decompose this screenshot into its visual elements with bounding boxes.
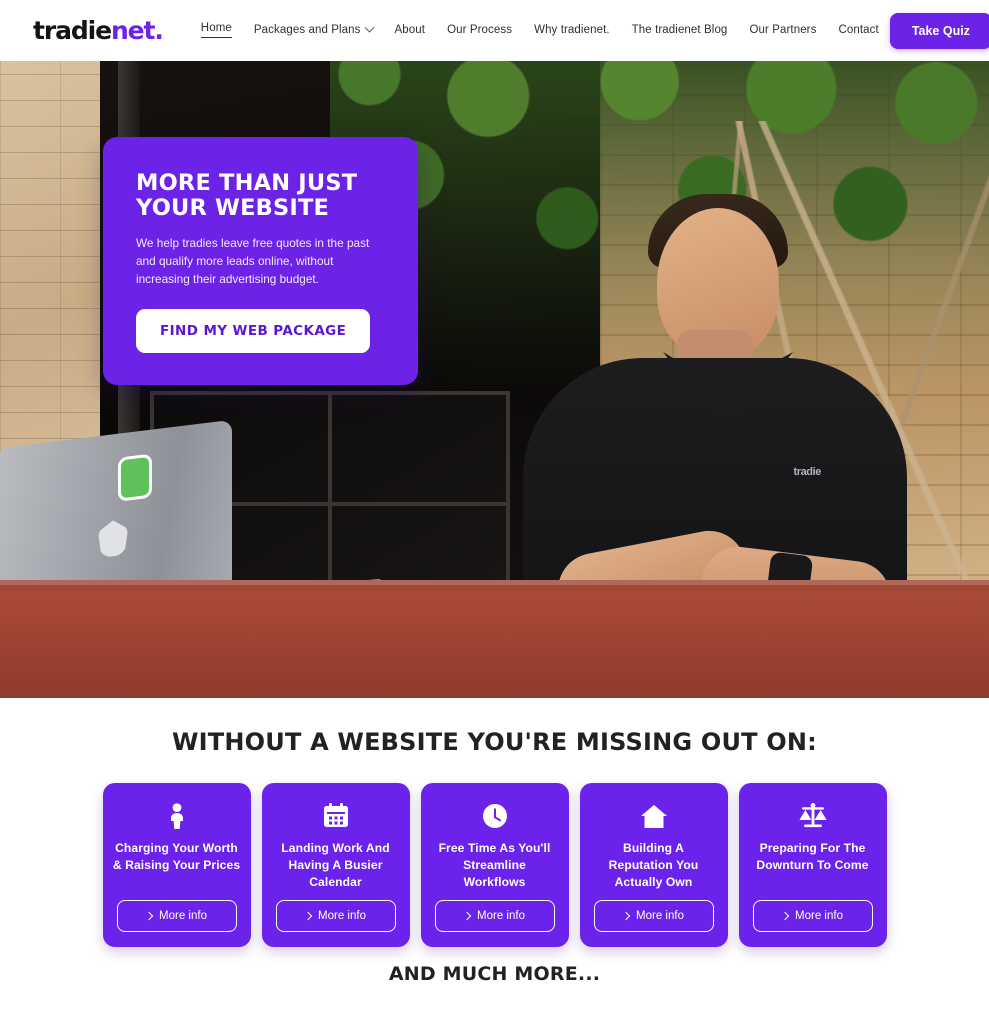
more-info-label: More info bbox=[318, 910, 366, 922]
hero-section: tradie MORE THAN JUST YOUR WEBSITE We he… bbox=[0, 61, 989, 698]
more-info-label: More info bbox=[636, 910, 684, 922]
features-section: WITHOUT A WEBSITE YOU'RE MISSING OUT ON:… bbox=[0, 698, 989, 985]
person-icon bbox=[165, 801, 189, 831]
nav-item-label: Our Partners bbox=[749, 23, 817, 36]
clock-icon bbox=[482, 801, 508, 831]
nav-item-why-tradienet[interactable]: Why tradienet. bbox=[523, 23, 621, 37]
shirt-logo-text: tradie bbox=[793, 466, 821, 478]
nav-item-our-partners[interactable]: Our Partners bbox=[738, 23, 827, 37]
feature-card-preparing-downturn[interactable]: Preparing For The Downturn To Come More … bbox=[738, 783, 887, 947]
picnic-table bbox=[0, 580, 989, 698]
hero-title: MORE THAN JUST YOUR WEBSITE bbox=[136, 170, 358, 222]
scales-icon bbox=[798, 801, 828, 831]
nav-item-label: About bbox=[394, 23, 426, 36]
feature-card-title: Building A Reputation You Actually Own bbox=[608, 841, 699, 890]
calendar-icon bbox=[323, 801, 349, 831]
logo-text-primary: tradie bbox=[33, 16, 112, 45]
nav-item-label: Our Process bbox=[447, 23, 513, 36]
more-info-button[interactable]: More info bbox=[752, 900, 873, 932]
chevron-right-icon bbox=[144, 911, 154, 921]
nav-item-about[interactable]: About bbox=[384, 23, 437, 37]
more-info-label: More info bbox=[477, 910, 525, 922]
find-my-web-package-button[interactable]: FIND MY WEB PACKAGE bbox=[136, 309, 371, 354]
nav-item-label: Home bbox=[200, 23, 232, 38]
take-quiz-button[interactable]: Take Quiz bbox=[889, 12, 989, 49]
feature-card-free-time[interactable]: Free Time As You'll Streamline Workflows… bbox=[420, 783, 569, 947]
feature-card-title: Charging Your Worth & Raising Your Price… bbox=[112, 841, 241, 873]
home-icon bbox=[640, 801, 668, 831]
chevron-right-icon bbox=[780, 911, 790, 921]
nav-item-label: The tradienet Blog bbox=[631, 23, 728, 36]
laptop-sticker bbox=[118, 453, 152, 502]
more-info-button[interactable]: More info bbox=[434, 900, 555, 932]
more-info-label: More info bbox=[159, 910, 207, 922]
more-info-button[interactable]: More info bbox=[116, 900, 237, 932]
nav-item-label: Packages and Plans bbox=[253, 23, 361, 36]
main-navigation: Home Packages and Plans About Our Proces… bbox=[190, 23, 890, 38]
site-logo[interactable]: tradienet. bbox=[33, 16, 164, 45]
person-collar bbox=[663, 352, 793, 419]
nav-item-contact[interactable]: Contact bbox=[827, 23, 889, 37]
chevron-right-icon bbox=[462, 911, 472, 921]
feature-card-charging-your-worth[interactable]: Charging Your Worth & Raising Your Price… bbox=[102, 783, 251, 947]
nav-item-packages-and-plans[interactable]: Packages and Plans bbox=[243, 22, 384, 37]
person-tradesman: tradie bbox=[505, 128, 925, 658]
nav-item-our-process[interactable]: Our Process bbox=[436, 23, 523, 37]
feature-card-title: Free Time As You'll Streamline Workflows bbox=[438, 841, 551, 890]
hero-subtitle: We help tradies leave free quotes in the… bbox=[136, 236, 370, 287]
chevron-down-icon bbox=[364, 22, 374, 33]
chevron-right-icon bbox=[303, 911, 313, 921]
site-header: tradienet. Home Packages and Plans About… bbox=[0, 0, 989, 61]
logo-text-accent: net. bbox=[110, 16, 164, 45]
nav-item-home[interactable]: Home bbox=[190, 23, 243, 38]
more-info-label: More info bbox=[795, 910, 843, 922]
features-footer-text: AND MUCH MORE... bbox=[388, 963, 601, 985]
hero-cta-card: MORE THAN JUST YOUR WEBSITE We help trad… bbox=[103, 137, 418, 385]
feature-card-landing-work[interactable]: Landing Work And Having A Busier Calenda… bbox=[261, 783, 410, 947]
nav-item-the-tradienet-blog[interactable]: The tradienet Blog bbox=[621, 23, 739, 37]
feature-card-building-reputation[interactable]: Building A Reputation You Actually Own M… bbox=[579, 783, 728, 947]
feature-card-list: Charging Your Worth & Raising Your Price… bbox=[0, 783, 989, 947]
chevron-right-icon bbox=[621, 911, 631, 921]
more-info-button[interactable]: More info bbox=[275, 900, 396, 932]
nav-item-label: Why tradienet. bbox=[534, 23, 610, 36]
apple-logo-icon bbox=[98, 519, 128, 559]
nav-item-label: Contact bbox=[838, 23, 879, 36]
features-heading: WITHOUT A WEBSITE YOU'RE MISSING OUT ON: bbox=[172, 728, 817, 756]
feature-card-title: Landing Work And Having A Busier Calenda… bbox=[281, 841, 390, 890]
more-info-button[interactable]: More info bbox=[593, 900, 714, 932]
feature-card-title: Preparing For The Downturn To Come bbox=[756, 841, 869, 873]
